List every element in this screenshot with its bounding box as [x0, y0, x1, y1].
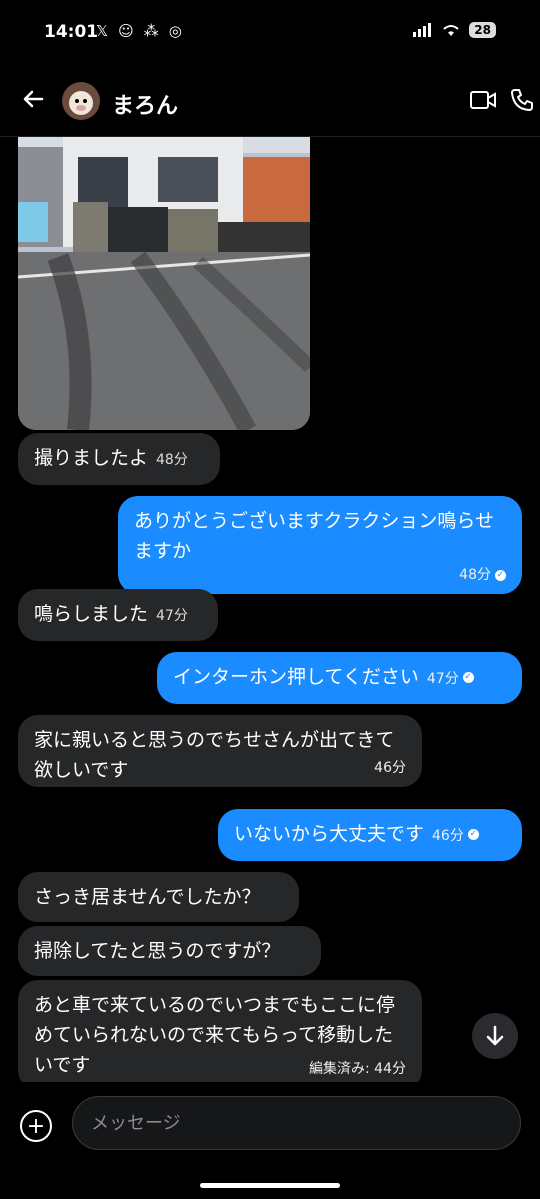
- message-time: 編集済み: 44分: [309, 1061, 406, 1077]
- outgoing-message[interactable]: いないから大丈夫です 46分 ✓: [218, 809, 522, 861]
- message-time: 46分: [432, 828, 464, 844]
- incoming-message[interactable]: 掃除してたと思うのですが？: [18, 926, 321, 976]
- incoming-message[interactable]: あと車で来ているのでいつまでもここに停めていられないので来てもらって移動したいで…: [18, 980, 422, 1082]
- circle-app-icon: ◎: [168, 22, 182, 40]
- message-text: 掃除してたと思うのですが？: [34, 940, 281, 962]
- arrow-down-icon: [486, 1025, 504, 1046]
- scroll-to-bottom-button[interactable]: [472, 1013, 518, 1059]
- back-arrow-icon[interactable]: [18, 84, 48, 114]
- home-indicator: [200, 1183, 340, 1188]
- message-text: 撮りましたよ: [34, 447, 149, 469]
- status-bar: 14:01 𝕏 ☺ ⁂ ◎ 28: [0, 0, 540, 66]
- video-call-icon[interactable]: [470, 88, 496, 112]
- read-check-icon: ✓: [495, 569, 506, 581]
- incoming-message[interactable]: 鳴らしました 47分: [18, 589, 218, 641]
- bot-icon: ☺: [118, 22, 134, 40]
- phone-icon[interactable]: [510, 88, 534, 112]
- composer: +: [0, 1082, 540, 1199]
- outgoing-message[interactable]: ありがとうございますクラクション鳴らせますか 48分 ✓: [118, 496, 522, 594]
- chat-header: まろん: [0, 66, 540, 137]
- message-time: 47分: [156, 608, 188, 624]
- message-time: 48分: [459, 567, 491, 583]
- message-input[interactable]: [72, 1096, 521, 1150]
- status-time: 14:01: [44, 22, 99, 42]
- shared-photo[interactable]: [18, 137, 310, 430]
- message-list[interactable]: 撮りましたよ 48分 ありがとうございますクラクション鳴らせますか 48分 ✓ 鳴ら…: [0, 137, 540, 1082]
- incoming-message[interactable]: 撮りましたよ 48分: [18, 433, 220, 485]
- contact-name[interactable]: まろん: [112, 88, 178, 120]
- message-time: 48分: [156, 452, 188, 468]
- x-icon: 𝕏: [96, 22, 109, 40]
- message-time: 46分: [374, 760, 406, 776]
- app-icon: ⁂: [143, 22, 159, 40]
- message-text: 鳴らしました: [34, 603, 149, 625]
- plus-icon[interactable]: +: [20, 1110, 52, 1142]
- message-time: 47分: [426, 671, 459, 687]
- read-check-icon: ✓: [467, 829, 479, 840]
- message-text: いないから大丈夫です: [234, 823, 425, 845]
- wifi-icon: [443, 25, 459, 36]
- avatar[interactable]: [62, 82, 100, 120]
- message-text: ありがとうございますクラクション鳴らせますか: [134, 510, 495, 562]
- read-check-icon: ✓: [462, 672, 474, 683]
- message-text: さっき居ませんでしたか？: [34, 886, 261, 908]
- message-text: インターホン押してください: [173, 666, 419, 688]
- incoming-message[interactable]: さっき居ませんでしたか？: [18, 872, 299, 922]
- signal-icon: [413, 23, 432, 37]
- incoming-message[interactable]: 家に親いると思うのでちせさんが出てきて欲しいです 46分: [18, 715, 422, 787]
- outgoing-message[interactable]: インターホン押してください 47分 ✓: [157, 652, 522, 704]
- battery-indicator: 28: [469, 22, 496, 38]
